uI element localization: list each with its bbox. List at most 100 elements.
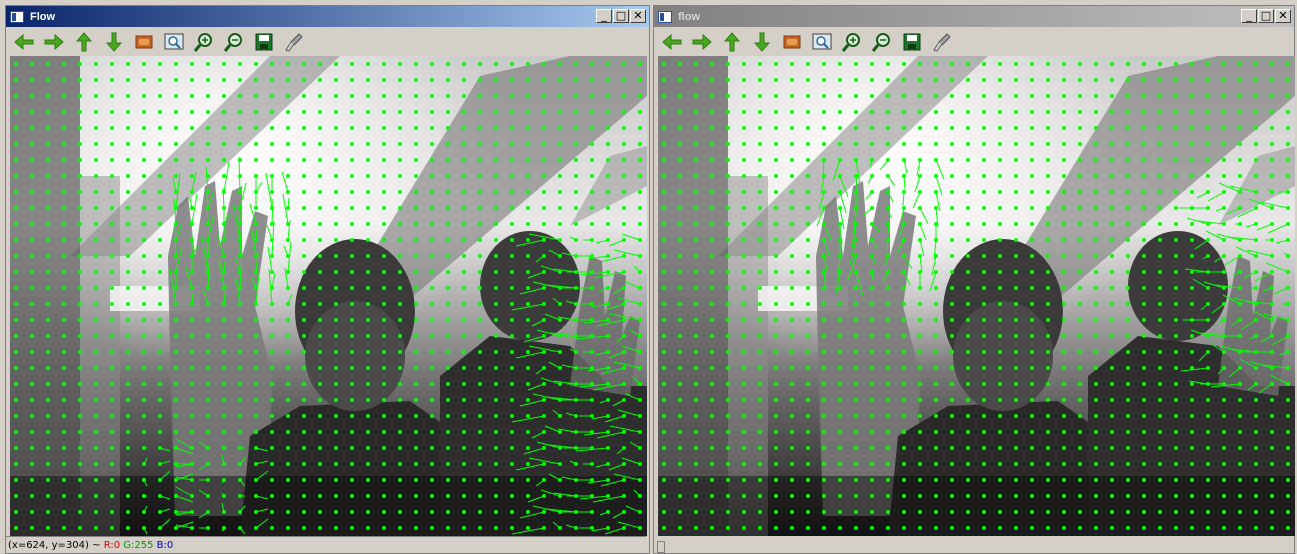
zoom-fit-icon[interactable] [811,31,833,53]
flow-vector-point [270,510,274,514]
flow-vector-point [1062,302,1066,306]
zoom-out-icon[interactable] [223,31,245,53]
flow-vector-point [478,158,482,162]
save-icon[interactable] [253,31,275,53]
flow-vector-point [366,222,370,226]
maximize-button[interactable]: □ [1258,9,1274,23]
title-bar[interactable]: Flow _ □ ✕ [6,6,649,27]
flow-vector-point [934,142,938,146]
pan-down-icon[interactable] [751,31,773,53]
flow-vector-point [110,462,114,466]
flow-vector-point [174,110,178,114]
flow-vector-point [1110,414,1114,418]
flow-vector-point [1078,206,1082,210]
flow-vector-point [350,126,354,130]
flow-vector-point [30,526,34,530]
flow-vector-point [1110,382,1114,386]
flow-vector-point [710,206,714,210]
flow-vector-point [902,446,906,450]
flow-vector-point [222,334,226,338]
pan-up-icon[interactable] [73,31,95,53]
properties-icon[interactable] [283,31,305,53]
flow-vector-point [822,510,826,514]
pan-left-icon[interactable] [13,31,35,53]
properties-icon[interactable] [931,31,953,53]
flow-vector-point [446,254,450,258]
flow-vector-point [934,318,938,322]
flow-vector-point [1174,78,1178,82]
zoom-in-icon[interactable] [193,31,215,53]
image-canvas[interactable] [10,56,647,536]
flow-vector-point [494,174,498,178]
flow-vector-point [334,222,338,226]
zoom-in-icon[interactable] [841,31,863,53]
save-icon[interactable] [901,31,923,53]
flow-vector-point [710,510,714,514]
flow-vector-point [1046,462,1050,466]
flow-vector-point [870,478,874,482]
minimize-button[interactable]: _ [596,9,612,23]
flow-vector-point [1094,222,1098,226]
flow-vector-point [918,430,922,434]
image-canvas[interactable] [658,56,1295,536]
flow-vector-point [174,382,178,386]
minimize-button[interactable]: _ [1241,9,1257,23]
flow-vector-point [30,174,34,178]
flow-vector-point [318,366,322,370]
flow-vector-point [526,318,530,322]
flow-vector-point [414,206,418,210]
flow-vector-point [902,94,906,98]
flow-vector-point [414,254,418,258]
flow-vector-point [1110,510,1114,514]
status-bar-handle[interactable] [657,541,665,553]
pan-right-icon[interactable] [691,31,713,53]
flow-vector-point [998,430,1002,434]
flow-vector-point [1078,478,1082,482]
flow-vector-point [478,494,482,498]
flow-vector-point [1270,430,1274,434]
flow-vector-point [1142,446,1146,450]
flow-vector-point [694,174,698,178]
flow-vector-point [462,478,466,482]
flow-vector-point [382,94,386,98]
pan-up-icon[interactable] [721,31,743,53]
flow-vector-point [206,398,210,402]
zoom-out-icon[interactable] [871,31,893,53]
maximize-button[interactable]: □ [613,9,629,23]
flow-vector-point [806,526,810,530]
flow-vector-point [494,526,498,530]
flow-vector-point [966,286,970,290]
flow-vector-point [206,366,210,370]
flow-vector-point [998,126,1002,130]
flow-vector-point [606,174,610,178]
flow-vector-point [286,78,290,82]
flow-vector-point [838,494,842,498]
flow-vector-point [1174,158,1178,162]
flow-vector-point [982,398,986,402]
flow-vector-point [494,302,498,306]
flow-vector-point [1286,158,1290,162]
flow-vector-point [350,494,354,498]
zoom-reset-icon[interactable] [781,31,803,53]
zoom-reset-icon[interactable] [133,31,155,53]
flow-vector-point [662,126,666,130]
close-button[interactable]: ✕ [630,9,646,23]
flow-vector-point [366,142,370,146]
zoom-fit-icon[interactable] [163,31,185,53]
flow-vector-point [430,142,434,146]
flow-vector-point [126,414,130,418]
pan-right-icon[interactable] [43,31,65,53]
close-button[interactable]: ✕ [1275,9,1291,23]
flow-vector-point [854,446,858,450]
flow-vector-point [918,78,922,82]
flow-vector-point [934,510,938,514]
pan-down-icon[interactable] [103,31,125,53]
pan-left-icon[interactable] [661,31,683,53]
flow-vector-point [574,62,578,66]
flow-vector-point [1126,302,1130,306]
flow-vector-point [46,302,50,306]
flow-vector-point [1142,190,1146,194]
flow-vector-point [742,270,746,274]
flow-vector-point [126,110,130,114]
title-bar[interactable]: flow _ □ ✕ [654,6,1294,27]
